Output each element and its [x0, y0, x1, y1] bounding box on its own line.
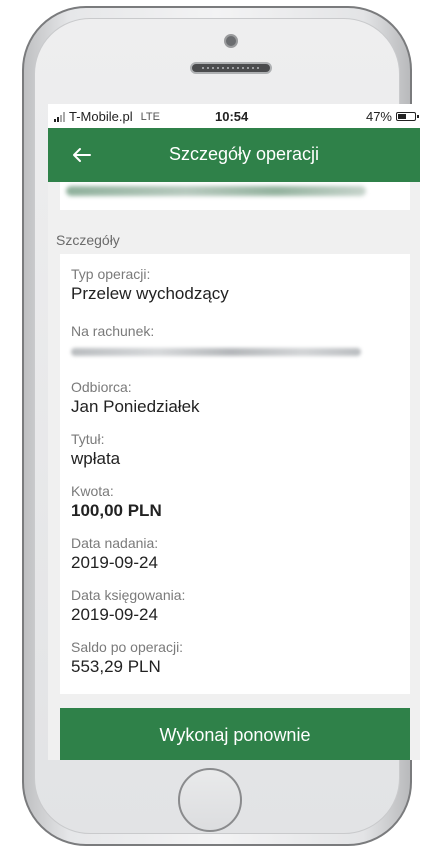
detail-value: 2019-09-24: [71, 553, 158, 572]
details-card: Typ operacji: Przelew wychodzący Na rach…: [60, 254, 410, 694]
detail-operation-type: Typ operacji: Przelew wychodzący: [71, 265, 229, 305]
detail-sent-date: Data nadania: 2019-09-24: [71, 534, 158, 574]
detail-value: 100,00 PLN: [71, 501, 162, 520]
detail-value: 2019-09-24: [71, 605, 158, 624]
earpiece-speaker: [190, 62, 272, 74]
detail-label: Data nadania:: [71, 535, 159, 551]
detail-label: Kwota:: [71, 483, 114, 499]
blurred-content: [66, 186, 366, 196]
detail-label: Odbiorca:: [71, 379, 132, 395]
detail-title: Tytuł: wpłata: [71, 430, 120, 470]
repeat-button[interactable]: Wykonaj ponownie: [60, 708, 410, 760]
detail-label: Tytuł:: [71, 431, 105, 447]
detail-label: Saldo po operacji:: [71, 639, 184, 655]
battery-status: 47%: [365, 109, 419, 124]
carrier-name: T-Mobile.pl: [69, 109, 133, 124]
detail-value: Przelew wychodzący: [71, 284, 229, 303]
detail-amount: Kwota: 100,00 PLN: [71, 482, 162, 522]
battery-icon: [396, 112, 419, 121]
page-title: Szczegóły operacji: [168, 144, 320, 164]
battery-percent: 47%: [365, 109, 392, 124]
detail-recipient: Odbiorca: Jan Poniedziałek: [71, 378, 200, 418]
carrier-info: T-Mobile.pl LTE: [54, 109, 160, 124]
detail-value: Jan Poniedziałek: [71, 397, 200, 416]
detail-booking-date: Data księgowania: 2019-09-24: [71, 586, 185, 626]
detail-value: 553,29 PLN: [71, 657, 161, 676]
home-button[interactable]: [178, 768, 242, 832]
network-type: LTE: [140, 110, 160, 123]
detail-account: Na rachunek:: [71, 322, 361, 356]
detail-value: wpłata: [71, 449, 121, 468]
detail-balance: Saldo po operacji: 553,29 PLN: [71, 638, 183, 678]
front-camera: [224, 34, 238, 48]
app-bar: Szczegóły operacji: [48, 128, 420, 182]
previous-card-blurred: [60, 182, 410, 210]
detail-label: Data księgowania:: [71, 587, 186, 603]
detail-label: Typ operacji:: [71, 266, 151, 282]
signal-icon: [54, 111, 66, 122]
status-bar: T-Mobile.pl LTE 10:54 47%: [48, 104, 420, 128]
detail-label: Na rachunek:: [71, 323, 155, 339]
section-label: Szczegóły: [56, 232, 120, 248]
clock: 10:54: [215, 109, 249, 124]
phone-screen: T-Mobile.pl LTE 10:54 47% Szczegóły oper…: [48, 104, 420, 760]
blurred-account-number: [71, 348, 361, 356]
